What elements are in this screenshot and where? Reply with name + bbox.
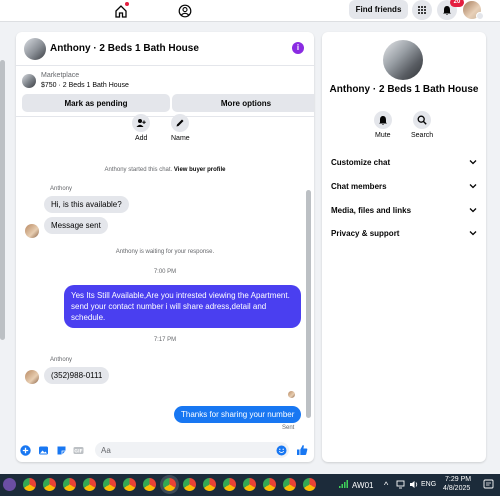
info-icon[interactable]: i xyxy=(292,42,304,54)
chrome-icon[interactable] xyxy=(63,478,76,491)
incoming-message[interactable]: Hi, is this available? xyxy=(44,196,129,213)
tray-network-icon[interactable] xyxy=(396,480,406,489)
message-input-placeholder: Aa xyxy=(101,445,111,455)
chrome-icon[interactable] xyxy=(23,478,36,491)
volume-icon[interactable] xyxy=(409,480,419,489)
listing-thumbnail xyxy=(22,74,36,88)
edit-name-icon[interactable] xyxy=(171,114,189,132)
add-attachment-icon[interactable] xyxy=(19,444,31,456)
message-status: Sent xyxy=(282,425,295,431)
incoming-message[interactable]: Message sent xyxy=(44,217,108,234)
section-label: Media, files and links xyxy=(331,205,412,215)
section-label: Chat members xyxy=(331,181,387,191)
waiting-notice: Anthony is waiting for your response. xyxy=(115,249,215,255)
chrome-icon[interactable] xyxy=(303,478,316,491)
chrome-icon[interactable] xyxy=(43,478,56,491)
chrome-icon[interactable] xyxy=(123,478,136,491)
chat-header: Anthony · 2 Beds 1 Bath House i xyxy=(16,32,314,66)
sender-name: Anthony xyxy=(50,357,73,363)
mute-icon[interactable] xyxy=(374,111,392,129)
message-input[interactable]: Aa xyxy=(95,442,289,458)
clock-time[interactable]: 7:29 PM xyxy=(445,476,471,483)
chat-started-text: Anthony started this chat. xyxy=(104,167,173,173)
chevron-down-icon xyxy=(469,160,477,165)
emoji-icon[interactable] xyxy=(275,444,287,456)
search-icon[interactable] xyxy=(413,111,431,129)
timestamp: 7:00 PM xyxy=(153,269,177,275)
chat-members-section[interactable]: Chat members xyxy=(331,179,477,193)
details-avatar[interactable] xyxy=(383,40,423,80)
chat-started-notice: Anthony started this chat. View buyer pr… xyxy=(16,167,314,173)
top-navigation-bar: Find friends 20 xyxy=(0,0,500,22)
home-notification-dot xyxy=(125,2,129,6)
section-label: Privacy & support xyxy=(331,228,400,238)
mute-label: Mute xyxy=(375,132,391,139)
sticker-icon[interactable] xyxy=(55,444,67,456)
chrome-icon[interactable] xyxy=(103,478,116,491)
section-label: Customize chat xyxy=(331,157,391,167)
search-label: Search xyxy=(411,132,434,139)
media-files-links-section[interactable]: Media, files and links xyxy=(331,203,477,217)
message-thread xyxy=(16,116,314,436)
network-name[interactable]: AW01 xyxy=(352,481,374,490)
listing-price: $750 · 2 Beds 1 Bath House xyxy=(41,82,129,89)
chrome-icon[interactable] xyxy=(243,478,256,491)
clock-date[interactable]: 4/8/2025 xyxy=(443,485,470,492)
view-buyer-profile-link[interactable]: View buyer profile xyxy=(174,167,226,173)
marketplace-listing[interactable]: Marketplace $750 · 2 Beds 1 Bath House xyxy=(22,72,308,94)
chrome-icon[interactable] xyxy=(263,478,276,491)
network-signal-icon[interactable] xyxy=(338,479,348,489)
chevron-down-icon xyxy=(469,208,477,213)
timestamp: 7:17 PM xyxy=(153,337,177,343)
chrome-icon[interactable] xyxy=(183,478,196,491)
mark-as-pending-button[interactable]: Mark as pending xyxy=(22,94,170,112)
more-options-button[interactable]: More options xyxy=(172,94,314,112)
sender-avatar[interactable] xyxy=(25,224,39,238)
outgoing-message[interactable]: Yes Its Still Available,Are you intreste… xyxy=(64,285,301,328)
input-language[interactable]: ENG xyxy=(421,481,436,488)
marketplace-label: Marketplace xyxy=(41,72,80,79)
profile-icon[interactable] xyxy=(176,2,194,20)
taskbar-app-icon[interactable] xyxy=(3,478,16,491)
incoming-message[interactable]: (352)988-0111 xyxy=(44,367,110,384)
menu-grid-icon[interactable] xyxy=(412,0,432,20)
svg-text:GIF: GIF xyxy=(74,448,82,454)
conversation-avatar[interactable] xyxy=(24,38,46,60)
chrome-icon[interactable] xyxy=(283,478,296,491)
chat-scrollbar[interactable] xyxy=(306,190,311,418)
add-label: Add xyxy=(135,135,148,142)
find-friends-button[interactable]: Find friends xyxy=(349,0,408,19)
windows-taskbar: AW01 ^ ENG 7:29 PM 4/8/2025 xyxy=(0,474,500,496)
chat-panel: Anthony · 2 Beds 1 Bath House i Marketpl… xyxy=(16,32,314,462)
message-composer: GIF Aa xyxy=(16,438,314,462)
conversation-details-panel: Anthony · 2 Beds 1 Bath House Mute Searc… xyxy=(322,32,486,462)
customize-chat-section[interactable]: Customize chat xyxy=(331,155,477,169)
outgoing-message[interactable]: Thanks for sharing your number xyxy=(174,406,302,423)
like-icon[interactable] xyxy=(296,444,308,456)
chrome-icon[interactable] xyxy=(223,478,236,491)
gif-icon[interactable]: GIF xyxy=(72,444,84,456)
chevron-down-icon xyxy=(469,184,477,189)
chrome-icon[interactable] xyxy=(143,478,156,491)
add-contact-icon[interactable] xyxy=(132,114,150,132)
name-label: Name xyxy=(171,135,190,142)
notifications-center-icon[interactable] xyxy=(483,479,494,490)
sender-avatar[interactable] xyxy=(25,370,39,384)
seen-avatar xyxy=(288,391,295,398)
details-title: Anthony · 2 Beds 1 Bath House xyxy=(329,84,479,95)
chevron-down-icon xyxy=(469,231,477,236)
page-scrollbar[interactable] xyxy=(0,60,5,340)
tray-overflow-icon[interactable]: ^ xyxy=(384,480,388,490)
chrome-icon[interactable] xyxy=(83,478,96,491)
sender-name: Anthony xyxy=(50,186,73,192)
chrome-icon-active[interactable] xyxy=(163,478,176,491)
photo-icon[interactable] xyxy=(37,444,49,456)
account-chevron-icon[interactable] xyxy=(476,12,484,20)
privacy-support-section[interactable]: Privacy & support xyxy=(331,226,477,240)
chrome-icon[interactable] xyxy=(203,478,216,491)
conversation-title[interactable]: Anthony · 2 Beds 1 Bath House xyxy=(50,43,199,54)
